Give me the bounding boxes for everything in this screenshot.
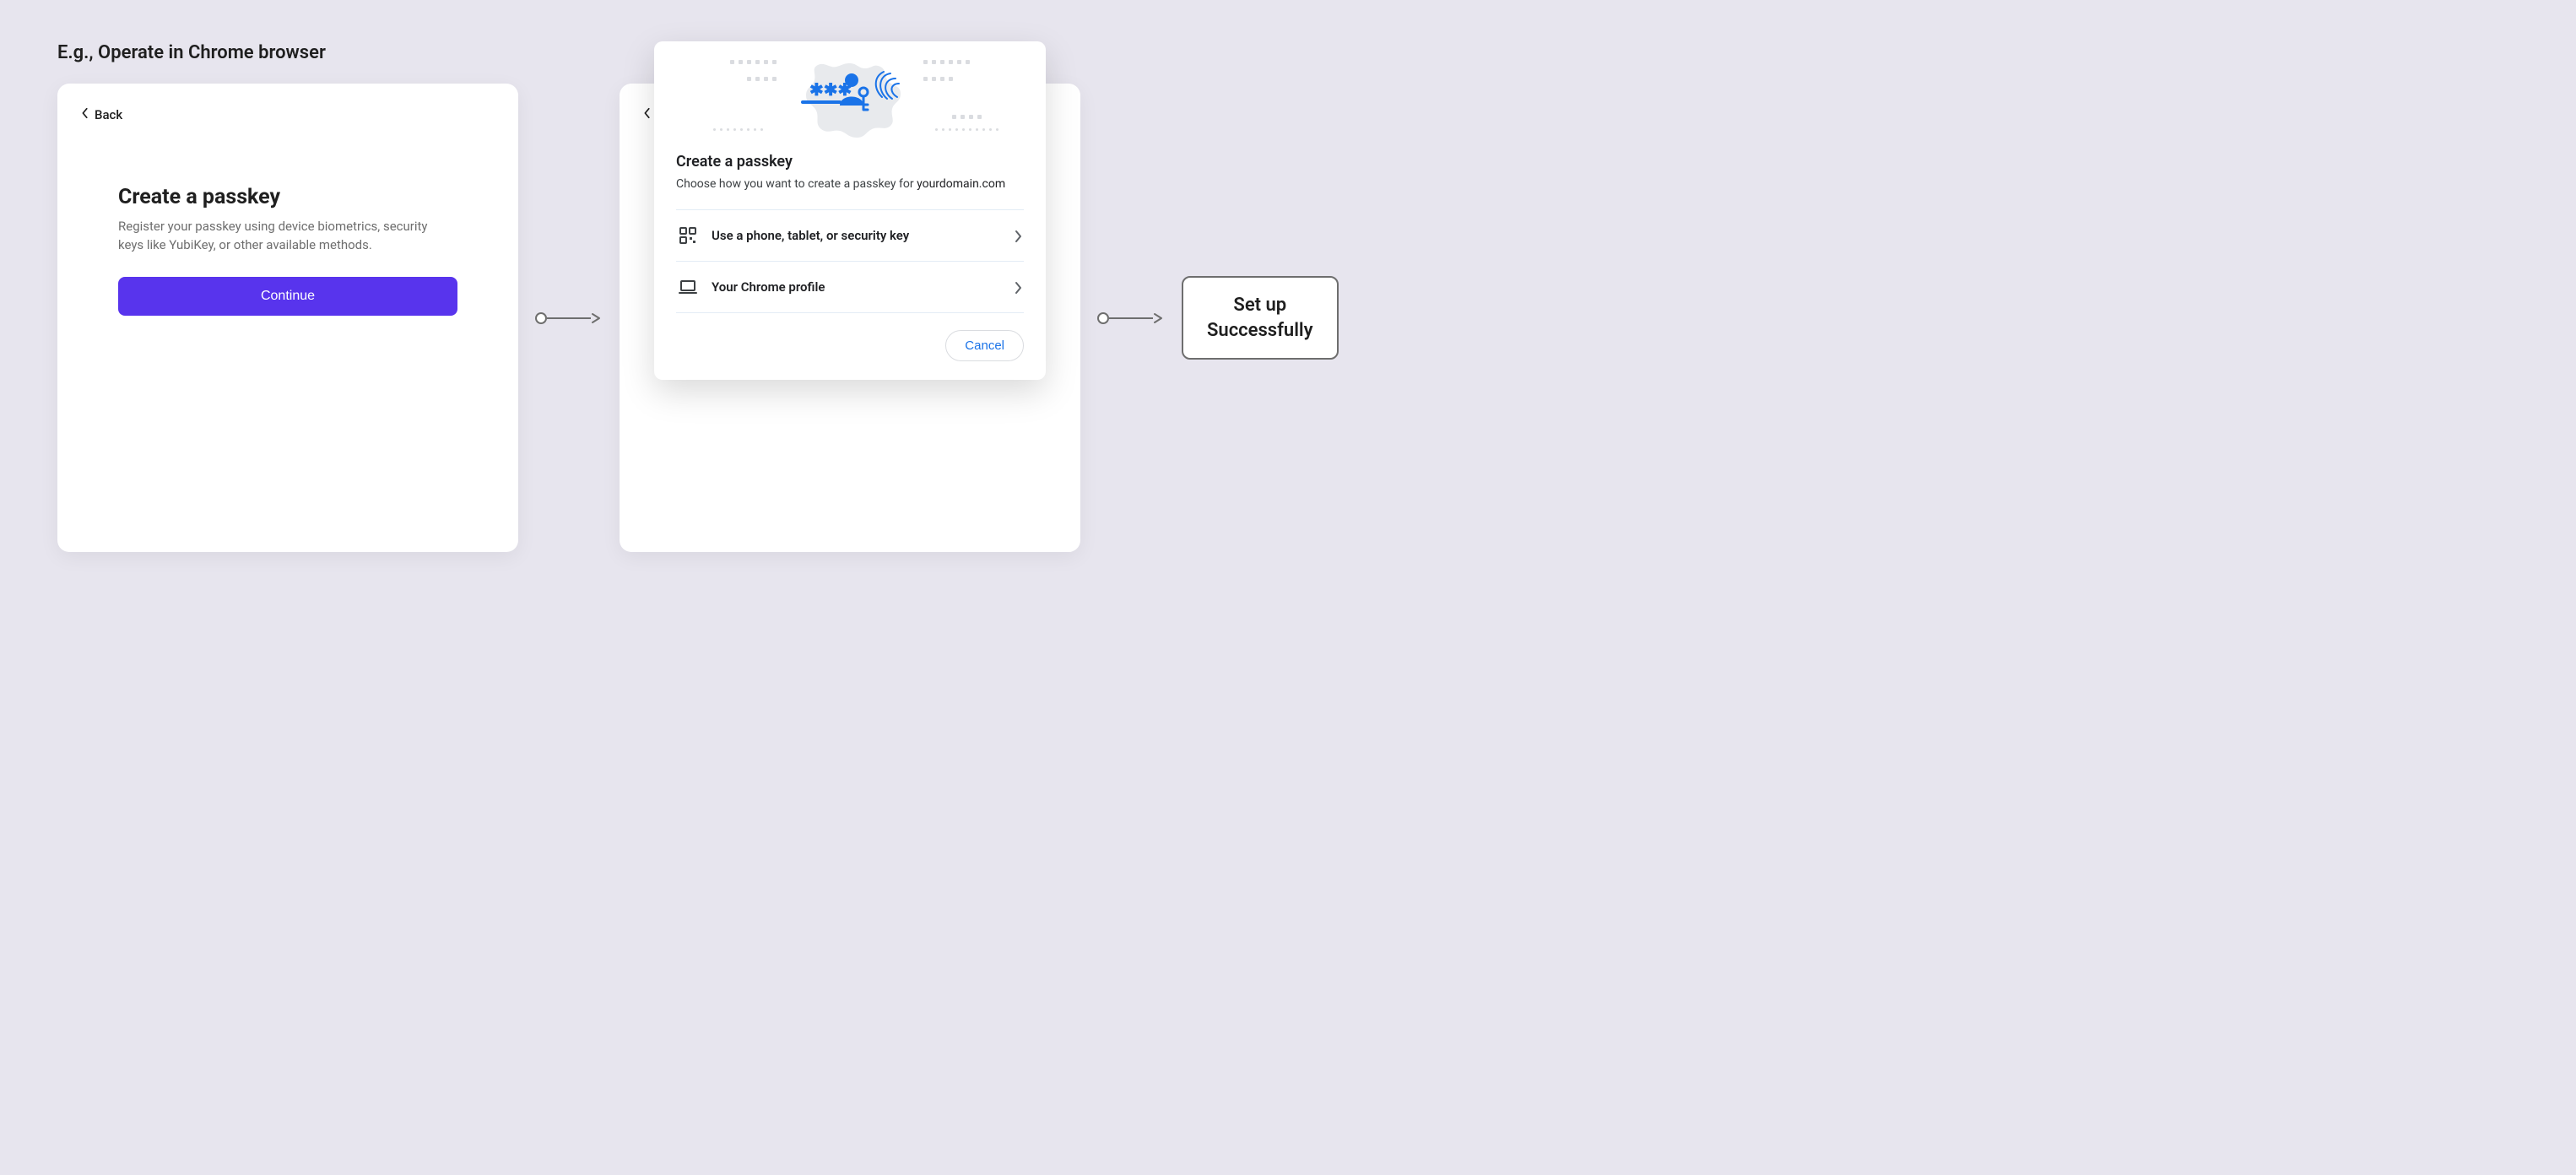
card1-subtitle: Register your passkey using device biome… — [118, 218, 456, 255]
arrow-origin-dot — [535, 312, 547, 324]
flow-arrow-2 — [1097, 312, 1165, 324]
example-caption: E.g., Operate in Chrome browser — [57, 42, 2576, 63]
arrow-head-icon — [1153, 312, 1165, 324]
result-badge: Set up Successfully — [1182, 276, 1339, 360]
option-label: Your Chrome profile — [712, 279, 1000, 295]
option-label: Use a phone, tablet, or security key — [712, 228, 1000, 243]
dialog-domain: yourdomain.com — [917, 177, 1005, 191]
browser-dialog-card: Back ✱✱✱ — [620, 84, 1080, 552]
result-line-2: Successfully — [1207, 318, 1313, 344]
chevron-left-icon — [81, 107, 89, 122]
passkey-hero-icon: ✱✱✱ — [782, 48, 917, 141]
dialog-hero-illustration: ✱✱✱ — [654, 41, 1046, 148]
passkey-create-card: Back Create a passkey Register your pass… — [57, 84, 518, 552]
cancel-button[interactable]: Cancel — [945, 330, 1024, 361]
chevron-right-icon — [1014, 230, 1022, 241]
chrome-passkey-dialog: ✱✱✱ Create a pass — [654, 41, 1046, 380]
dialog-subtitle-prefix: Choose how you want to create a passkey … — [676, 177, 917, 191]
chevron-left-icon — [643, 107, 652, 122]
arrow-head-icon — [591, 312, 603, 324]
result-line-1: Set up — [1207, 293, 1313, 318]
dialog-subtitle: Choose how you want to create a passkey … — [676, 177, 1024, 191]
arrow-origin-dot — [1097, 312, 1109, 324]
chevron-right-icon — [1014, 281, 1022, 293]
arrow-line — [1109, 317, 1153, 319]
flow-stage: Back Create a passkey Register your pass… — [0, 84, 2576, 552]
back-label: Back — [95, 107, 122, 122]
laptop-icon — [678, 277, 698, 297]
dialog-title: Create a passkey — [676, 153, 1024, 171]
flow-arrow-1 — [535, 312, 603, 324]
card1-title: Create a passkey — [118, 185, 457, 209]
qr-device-icon — [678, 225, 698, 246]
back-button[interactable]: Back — [81, 107, 122, 122]
continue-button[interactable]: Continue — [118, 277, 457, 316]
arrow-line — [547, 317, 591, 319]
option-phone-tablet-key[interactable]: Use a phone, tablet, or security key — [676, 209, 1024, 261]
option-chrome-profile[interactable]: Your Chrome profile — [676, 261, 1024, 313]
